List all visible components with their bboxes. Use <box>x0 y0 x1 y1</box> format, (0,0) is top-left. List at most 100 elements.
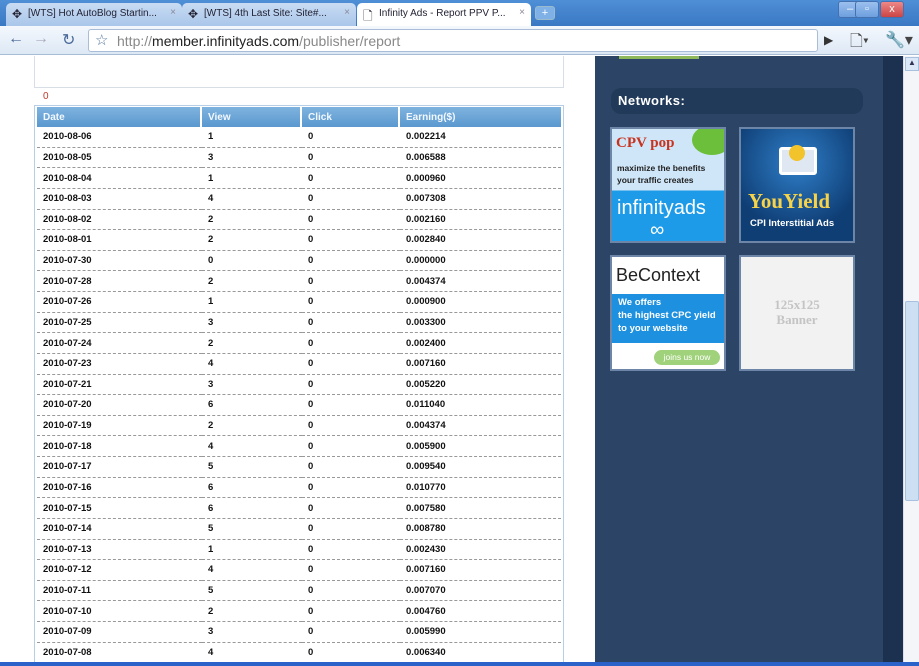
maximize-button[interactable]: ▫ <box>855 1 879 18</box>
bookmark-star-icon[interactable]: ☆ <box>95 31 108 49</box>
cell-date: 2010-07-08 <box>37 643 202 664</box>
cell-view: 4 <box>202 436 302 457</box>
table-row: 2010-07-16 6 0 0.010770 <box>37 478 561 499</box>
cell-earning: 0.007160 <box>400 354 561 375</box>
go-icon[interactable]: ▶ <box>824 33 833 47</box>
cell-date: 2010-07-14 <box>37 519 202 540</box>
cell-earning: 0.004374 <box>400 271 561 292</box>
cell-earning: 0.007580 <box>400 498 561 519</box>
cell-date: 2010-07-09 <box>37 622 202 643</box>
cell-earning: 0.006340 <box>400 643 561 664</box>
table-row: 2010-07-17 5 0 0.009540 <box>37 457 561 478</box>
cell-click: 0 <box>302 271 400 292</box>
cell-date: 2010-07-18 <box>37 436 202 457</box>
cell-click: 0 <box>302 251 400 272</box>
networks-heading: Networks: <box>611 88 863 114</box>
cell-click: 0 <box>302 601 400 622</box>
wrench-menu-icon[interactable]: 🔧▾ <box>885 30 913 50</box>
tab-title: [WTS] 4th Last Site: Site#... <box>204 8 327 19</box>
sidebar-edge <box>883 56 903 666</box>
table-row: 2010-08-02 2 0 0.002160 <box>37 210 561 231</box>
cell-date: 2010-07-26 <box>37 292 202 313</box>
cell-view: 5 <box>202 519 302 540</box>
cell-view: 1 <box>202 168 302 189</box>
table-row: 2010-07-19 2 0 0.004374 <box>37 416 561 437</box>
cell-earning: 0.004374 <box>400 416 561 437</box>
reload-icon[interactable]: ↻ <box>62 30 75 50</box>
vertical-scrollbar[interactable]: ▲ <box>903 56 919 662</box>
table-row: 2010-07-30 0 0 0.000000 <box>37 251 561 272</box>
tab-wts-autoblog[interactable]: ✥ [WTS] Hot AutoBlog Startin... × <box>6 3 182 26</box>
table-row: 2010-07-23 4 0 0.007160 <box>37 354 561 375</box>
table-row: 2010-07-24 2 0 0.002400 <box>37 333 561 354</box>
scrollbar-thumb[interactable] <box>905 301 919 501</box>
table-row: 2010-07-18 4 0 0.005900 <box>37 436 561 457</box>
cell-view: 0 <box>202 251 302 272</box>
ad-cpvpop-infinityads[interactable]: CPV pop maximize the benefits your traff… <box>610 127 726 243</box>
cell-earning: 0.002840 <box>400 230 561 251</box>
cell-click: 0 <box>302 478 400 499</box>
table-row: 2010-07-28 2 0 0.004374 <box>37 271 561 292</box>
ad-youyield[interactable]: YouYield CPI Interstitial Ads <box>739 127 855 243</box>
scroll-up-icon[interactable]: ▲ <box>905 57 919 71</box>
ad-title: YouYield <box>748 189 831 213</box>
cell-earning: 0.008780 <box>400 519 561 540</box>
table-row: 2010-07-14 5 0 0.008780 <box>37 519 561 540</box>
cell-earning: 0.005900 <box>400 436 561 457</box>
cell-view: 3 <box>202 375 302 396</box>
cell-date: 2010-07-30 <box>37 251 202 272</box>
tab-title: Infinity Ads - Report PPV P... <box>379 8 506 19</box>
cell-view: 1 <box>202 127 302 148</box>
ad-placeholder-banner[interactable]: 125x125 Banner <box>739 255 855 371</box>
cell-earning: 0.003300 <box>400 313 561 334</box>
cell-click: 0 <box>302 354 400 375</box>
cell-earning: 0.010770 <box>400 478 561 499</box>
tab-title: [WTS] Hot AutoBlog Startin... <box>28 8 157 19</box>
tab-wts-4th-site[interactable]: ✥ [WTS] 4th Last Site: Site#... × <box>182 3 356 26</box>
table-row: 2010-07-11 5 0 0.007070 <box>37 581 561 602</box>
cell-earning: 0.007160 <box>400 560 561 581</box>
tab-strip: ✥ [WTS] Hot AutoBlog Startin... × ✥ [WTS] 4… <box>0 0 919 26</box>
cell-date: 2010-08-02 <box>37 210 202 231</box>
cell-click: 0 <box>302 622 400 643</box>
close-tab-icon[interactable]: × <box>170 7 176 18</box>
cell-click: 0 <box>302 457 400 478</box>
tab-infinity-ads-report[interactable]: 🗋 Infinity Ads - Report PPV P... × <box>357 3 531 26</box>
browser-toolbar: ← → ↻ ☆ http://member.infinityads.com/pu… <box>0 26 919 55</box>
address-bar[interactable]: ☆ http://member.infinityads.com/publishe… <box>88 29 818 52</box>
leaf-icon <box>692 129 724 155</box>
join-button[interactable]: joins us now <box>654 350 720 365</box>
cell-earning: 0.005220 <box>400 375 561 396</box>
ad-title: CPV pop <box>616 135 675 151</box>
close-window-button[interactable]: x <box>880 1 904 18</box>
url-path: /publisher/report <box>299 33 401 49</box>
cell-view: 4 <box>202 643 302 664</box>
table-row: 2010-07-12 4 0 0.007160 <box>37 560 561 581</box>
forward-icon[interactable]: → <box>33 30 49 48</box>
cell-click: 0 <box>302 560 400 581</box>
cell-click: 0 <box>302 375 400 396</box>
infinityads-logo: infinityads <box>617 197 706 219</box>
close-tab-icon[interactable]: × <box>519 7 525 18</box>
cell-date: 2010-08-06 <box>37 127 202 148</box>
ad-text: We offers <box>618 297 662 308</box>
cell-view: 5 <box>202 457 302 478</box>
ad-becontext[interactable]: BeContext We offers the highest CPC yiel… <box>610 255 726 371</box>
cell-view: 3 <box>202 148 302 169</box>
cell-date: 2010-08-03 <box>37 189 202 210</box>
page-menu-icon[interactable]: 🗋▾ <box>850 30 869 57</box>
cell-earning: 0.005990 <box>400 622 561 643</box>
cell-date: 2010-07-17 <box>37 457 202 478</box>
cell-click: 0 <box>302 643 400 664</box>
table-row: 2010-08-06 1 0 0.002214 <box>37 127 561 148</box>
cell-date: 2010-07-25 <box>37 313 202 334</box>
cell-earning: 0.011040 <box>400 395 561 416</box>
cell-view: 2 <box>202 416 302 437</box>
cell-click: 0 <box>302 395 400 416</box>
cell-click: 0 <box>302 416 400 437</box>
column-header-date: Date <box>37 107 202 127</box>
back-icon[interactable]: ← <box>8 30 24 48</box>
new-tab-button[interactable]: + <box>535 6 555 20</box>
cell-earning: 0.002430 <box>400 540 561 561</box>
close-tab-icon[interactable]: × <box>344 7 350 18</box>
